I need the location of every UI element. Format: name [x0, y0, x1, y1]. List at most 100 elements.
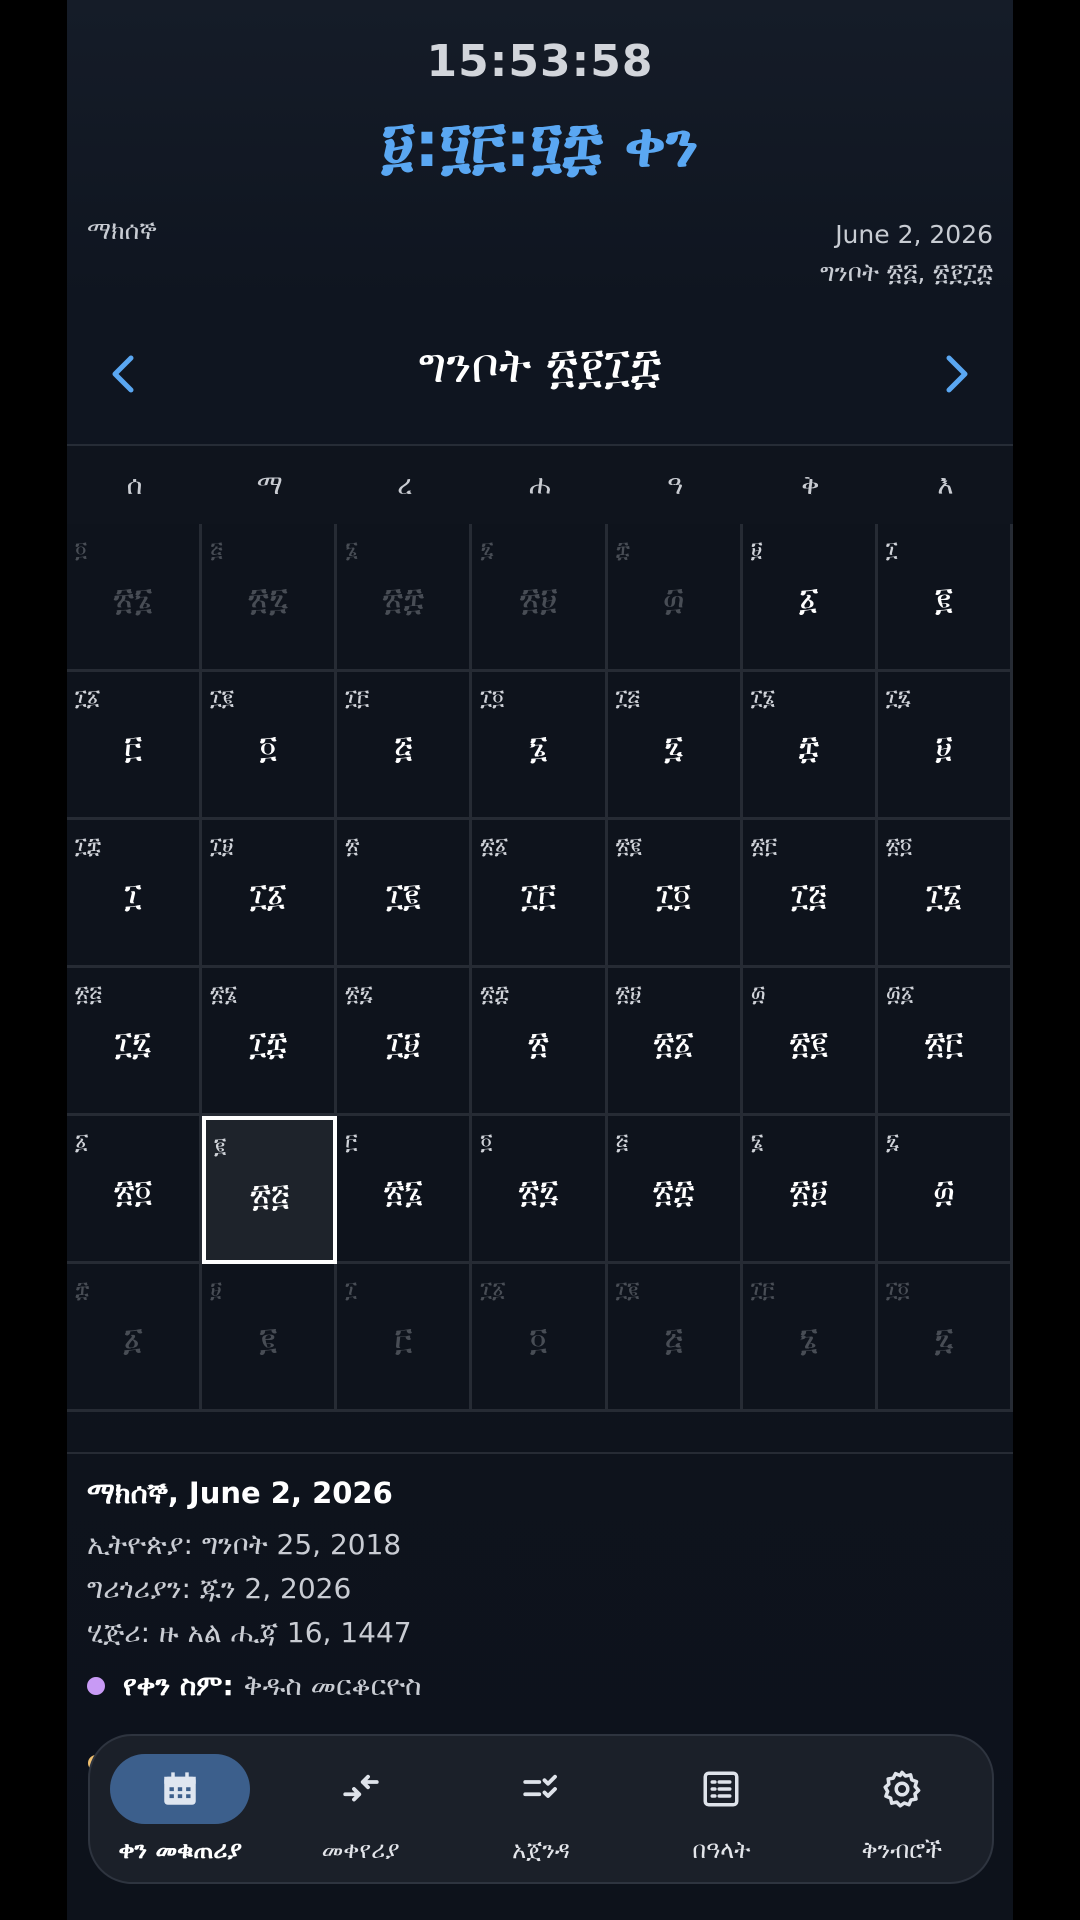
- gregorian-date: June 2, 2026: [835, 220, 993, 249]
- day-cell[interactable]: ፱፩: [742, 524, 878, 672]
- day-cell[interactable]: ፩ ፳፬: [67, 1116, 203, 1264]
- gregorian-day-number: ፲፪: [210, 686, 234, 711]
- ethiopian-day-number: ፲፭: [791, 876, 827, 914]
- day-cell[interactable]: ፲፬ ፯: [877, 1264, 1013, 1412]
- ethiopian-day-number: ፳፯: [518, 1172, 559, 1210]
- day-cell-today[interactable]: ፪ ፳፭: [202, 1116, 338, 1264]
- day-cell[interactable]: ፳ ፲፪: [337, 820, 473, 968]
- day-cell[interactable]: ፳፭ ፲፯: [67, 968, 203, 1116]
- gear-icon: [832, 1754, 972, 1824]
- gregorian-day-number: ፭: [615, 1130, 629, 1155]
- day-cell[interactable]: ፭ ፳፯: [202, 524, 338, 672]
- gregorian-day-number: ፲፬: [480, 686, 505, 711]
- day-cell[interactable]: ፲፱ ፲፩: [202, 820, 338, 968]
- day-cell[interactable]: ፳፯ ፲፱: [337, 968, 473, 1116]
- weekday-label: ቅ: [801, 470, 820, 501]
- ethiopian-day-number: ፲፰: [249, 1024, 288, 1062]
- ethiopian-day-number: ፬: [259, 728, 278, 766]
- weekday-label: እ: [937, 470, 954, 501]
- day-cell[interactable]: ፮ ፳፱: [742, 1116, 878, 1264]
- gregorian-day-number: ፮: [750, 1130, 764, 1155]
- list-icon: [651, 1754, 791, 1824]
- day-cell[interactable]: ፳፪ ፲፬: [607, 820, 743, 968]
- ethiopian-day-number: ፮: [529, 728, 548, 766]
- gregorian-day-number: ፳፮: [210, 982, 238, 1007]
- day-cell[interactable]: ፳፩ ፲፫: [472, 820, 608, 968]
- day-cell[interactable]: ፴፩ ፳፫: [877, 968, 1013, 1116]
- gregorian-day-number: ፲፩: [480, 1278, 506, 1303]
- gregorian-day-number: ፱: [750, 538, 763, 563]
- ethiopian-day-number: ፲፯: [114, 1024, 152, 1062]
- weekday-label: ረ: [397, 470, 413, 501]
- nav-item-gear[interactable]: ቅንብሮች: [812, 1736, 992, 1882]
- day-cell[interactable]: ፭ ፳፰: [607, 1116, 743, 1264]
- gregorian-day-number: ፪: [214, 1134, 227, 1159]
- day-cell[interactable]: ፲፯ ፱: [877, 672, 1013, 820]
- nav-item-label: መቀየሪያ: [321, 1836, 400, 1864]
- next-month-button[interactable]: [927, 344, 987, 404]
- gregorian-day-number: ፲፯: [885, 686, 911, 711]
- gregorian-day-number: ፳: [345, 834, 360, 859]
- gregorian-day-number: ፳፩: [480, 834, 509, 859]
- gregorian-day-number: ፲፫: [750, 1278, 775, 1303]
- weekday-label: ሰ: [126, 470, 143, 501]
- details-hijri: ሂጅሪ: ዙ አል ሒጃ 16, 1447: [87, 1616, 412, 1649]
- app-screen: 15:53:58 ፱:፶፫:፶፰ ቀን ማክሰኞ June 2, 2026 ግን…: [67, 0, 1013, 1920]
- day-cell[interactable]: ፬ ፳፯: [472, 1116, 608, 1264]
- gregorian-day-number: ፭: [210, 538, 223, 563]
- day-cell[interactable]: ፴ ፳፪: [742, 968, 878, 1116]
- day-cell[interactable]: ፰፴: [607, 524, 743, 672]
- day-cell[interactable]: ፳፰ ፳: [472, 968, 608, 1116]
- day-cell[interactable]: ፲፬ ፮: [472, 672, 608, 820]
- details-heading: ማክሰኞ, June 2, 2026: [87, 1476, 393, 1510]
- day-cell[interactable]: ፲፫ ፭: [337, 672, 473, 820]
- day-cell[interactable]: ፲፭ ፯: [607, 672, 743, 820]
- ethiopian-day-number: ፲፮: [926, 876, 962, 914]
- day-cell[interactable]: ፳፫ ፲፭: [742, 820, 878, 968]
- saint-dot-icon: [87, 1677, 105, 1695]
- day-cell[interactable]: ፲፮ ፰: [742, 672, 878, 820]
- gregorian-day-number: ፲፩: [75, 686, 101, 711]
- nav-item-swap-arrows[interactable]: መቀየሪያ: [270, 1736, 450, 1882]
- day-cell[interactable]: ፲፪ ፭: [607, 1264, 743, 1412]
- gregorian-day-number: ፲፭: [615, 686, 640, 711]
- ethiopian-day-number: ፲፪: [386, 876, 421, 914]
- day-cell[interactable]: ፫ ፳፮: [337, 1116, 473, 1264]
- gregorian-day-number: ፯: [885, 1130, 900, 1155]
- day-cell[interactable]: ፰፩: [67, 1264, 203, 1412]
- gregorian-day-number: ፳፰: [480, 982, 510, 1007]
- day-cell[interactable]: ፳፮ ፲፰: [202, 968, 338, 1116]
- weekday-header-row: ሰማረሐዓቅእ: [67, 444, 1013, 528]
- gregorian-day-number: ፳፬: [885, 834, 913, 859]
- day-cell[interactable]: ፲፫ ፮: [742, 1264, 878, 1412]
- ethiopian-day-number: ፴: [662, 580, 685, 618]
- gregorian-day-number: ፳፭: [75, 982, 102, 1007]
- nav-item-list[interactable]: በዓላት: [631, 1736, 811, 1882]
- nav-item-calendar[interactable]: ቀን መቁጠሪያ: [90, 1736, 270, 1882]
- day-cell[interactable]: ፲፰ ፲: [67, 820, 203, 968]
- ethiopian-day-number: ፫: [394, 1320, 413, 1358]
- nav-item-checklist[interactable]: አጀንዳ: [451, 1736, 631, 1882]
- checklist-icon: [471, 1754, 611, 1824]
- day-cell[interactable]: ፲፩ ፫: [67, 672, 203, 820]
- nav-item-label: ቅንብሮች: [861, 1836, 943, 1864]
- current-dates: June 2, 2026 ግንቦት ፳፭, ፳፻፲፰: [820, 216, 993, 292]
- day-cell[interactable]: ፱፪: [202, 1264, 338, 1412]
- day-cell[interactable]: ፳፬ ፲፮: [877, 820, 1013, 968]
- day-cell[interactable]: ፳፱ ፳፩: [607, 968, 743, 1116]
- ethiopian-day-number: ፳፮: [113, 580, 153, 618]
- gregorian-day-number: ፳፯: [345, 982, 373, 1007]
- details-ethiopian: ኢትዮጵያ: ግንቦት 25, 2018: [87, 1528, 402, 1561]
- page-title: ፱:፶፫:፶፰ ቀን: [381, 108, 699, 181]
- ethiopian-day-number: ፳፱: [789, 1172, 828, 1210]
- day-cell[interactable]: ፲፫: [337, 1264, 473, 1412]
- gregorian-day-number: ፲: [345, 1278, 357, 1303]
- day-cell[interactable]: ፮ ፳፰: [337, 524, 473, 672]
- day-cell[interactable]: ፲፩ ፬: [472, 1264, 608, 1412]
- day-cell[interactable]: ፬ ፳፮: [67, 524, 203, 672]
- ethiopian-day-number: ፲፬: [656, 876, 691, 914]
- day-cell[interactable]: ፯፴: [877, 1116, 1013, 1264]
- day-cell[interactable]: ፲፪ ፬: [202, 672, 338, 820]
- day-cell[interactable]: ፲፪: [877, 524, 1013, 672]
- day-cell[interactable]: ፯ ፳፱: [472, 524, 608, 672]
